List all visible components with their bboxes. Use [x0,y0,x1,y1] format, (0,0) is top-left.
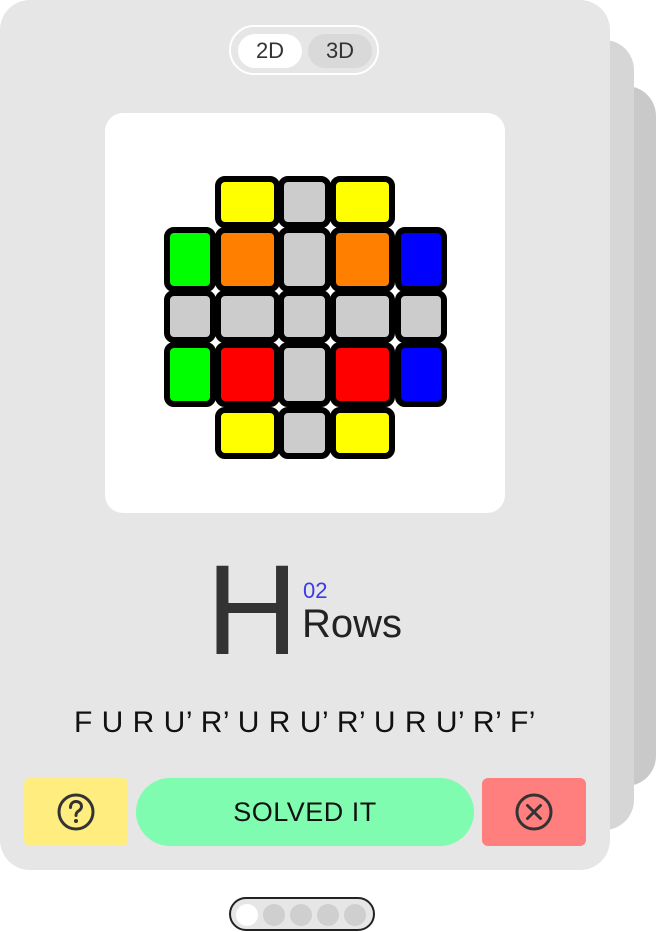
top-sticker-1-0 [215,290,280,343]
left-side-sticker-0 [164,227,216,292]
top-sticker-0-1 [278,227,331,292]
solved-it-label: SOLVED IT [233,796,377,827]
top-sticker-0-0 [215,227,280,292]
left-side-sticker-2 [164,342,216,407]
algorithm-text: F U R U’ R’ U R U’ R’ U R U’ R’ F’ [74,706,536,739]
back-side-sticker-1 [278,176,331,228]
top-sticker-2-2 [330,342,395,407]
right-side-sticker-2 [395,342,447,407]
top-sticker-0-2 [330,227,395,292]
cube-diagram-panel [105,113,505,513]
front-side-sticker-1 [278,407,331,459]
page-dot-4[interactable] [317,904,339,926]
page-dot-1[interactable] [236,904,258,926]
cube-diagram [164,176,447,459]
page-dot-5[interactable] [344,904,366,926]
pagination-dots [229,897,375,931]
case-letter: H [206,539,298,682]
left-side-sticker-1 [164,290,216,343]
page-dot-2[interactable] [263,904,285,926]
case-name: Rows [302,602,403,646]
top-sticker-2-0 [215,342,280,407]
view-toggle: 2D 3D [229,25,379,75]
top-sticker-2-1 [278,342,331,407]
page-dot-3[interactable] [290,904,312,926]
solved-it-button[interactable]: SOLVED IT [136,778,474,846]
case-number: 02 [303,578,328,603]
front-side-sticker-0 [215,407,280,459]
top-sticker-1-2 [330,290,395,343]
view-2d-option[interactable]: 2D [238,34,302,68]
top-sticker-1-1 [278,290,331,343]
right-side-sticker-1 [395,290,447,343]
flashcard: 2D 3D H 02 Rows F U R U’ R’ U R U’ R’ U … [0,0,610,870]
view-3d-option[interactable]: 3D [308,34,372,68]
dismiss-button[interactable] [482,778,586,846]
back-side-sticker-0 [215,176,280,228]
right-side-sticker-0 [395,227,447,292]
front-side-sticker-2 [330,407,395,459]
x-circle-icon [515,793,553,831]
back-side-sticker-2 [330,176,395,228]
help-button[interactable] [24,778,128,846]
app-stage: 2D 3D H 02 Rows F U R U’ R’ U R U’ R’ U … [0,0,656,932]
question-circle-icon [57,793,95,831]
